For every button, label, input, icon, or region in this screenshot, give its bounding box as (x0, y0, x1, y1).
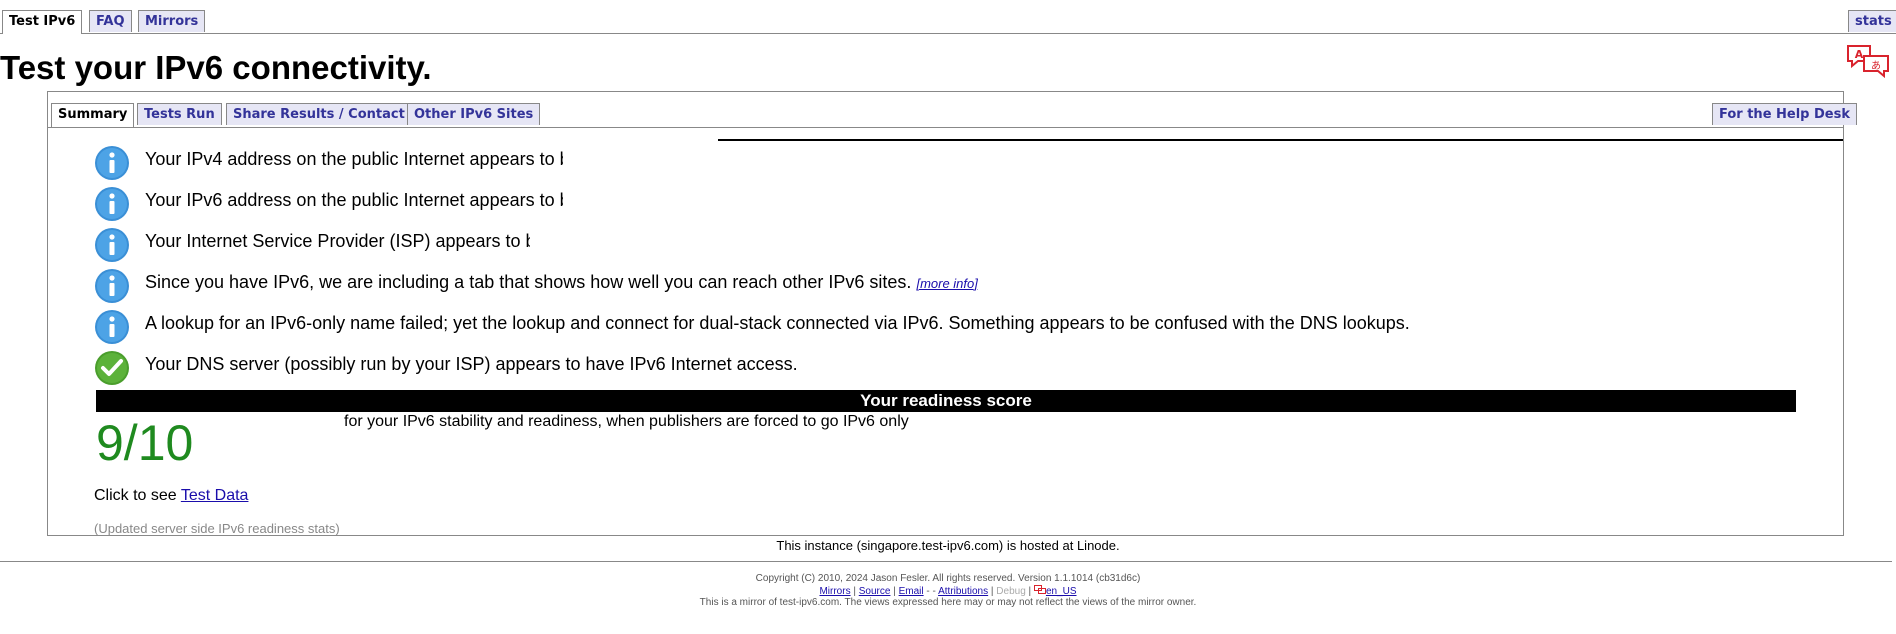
tab-summary[interactable]: Summary (51, 103, 135, 127)
updated-stats-link[interactable]: (Updated server side IPv6 readiness stat… (94, 521, 340, 536)
message-text: A lookup for an IPv6-only name failed; y… (145, 313, 1410, 333)
svg-text:あ: あ (1871, 60, 1881, 72)
footer-links: Mirrors | Source | Email - - Attribution… (819, 585, 1077, 597)
tab-mirrors[interactable]: Mirrors (138, 10, 206, 32)
info-icon (95, 187, 129, 221)
message-text: Since you have IPv6, we are including a … (145, 272, 978, 293)
click-to-see-label: Click to see (94, 487, 181, 504)
footer-divider (0, 561, 1892, 562)
footer-debug-link[interactable]: Debug (996, 586, 1025, 597)
message-isp: Your Internet Service Provider (ISP) app… (94, 227, 1794, 263)
info-icon (95, 310, 129, 344)
info-icon (95, 269, 129, 303)
tab-share-results[interactable]: Share Results / Contact (226, 103, 412, 125)
hosted-notice: This instance (singapore.test-ipv6.com) … (776, 538, 1120, 553)
tab-tests-run[interactable]: Tests Run (137, 103, 222, 125)
message-text: Your DNS server (possibly run by your IS… (145, 354, 798, 374)
divider-line (718, 139, 1843, 141)
message-dns-lookup: A lookup for an IPv6-only name failed; y… (94, 309, 1794, 345)
translate-small-icon (1033, 585, 1046, 594)
check-icon (95, 351, 129, 385)
readiness-score-description: for your IPv6 stability and readiness, w… (344, 413, 909, 430)
summary-panel: Summary Tests Run Share Results / Contac… (47, 91, 1858, 536)
message-dns-server: Your DNS server (possibly run by your IS… (94, 350, 1794, 386)
test-data-link[interactable]: Test Data (181, 487, 249, 504)
footer-source-link[interactable]: Source (859, 586, 891, 597)
footer-attributions-link[interactable]: Attributions (938, 586, 988, 597)
mirror-note: This is a mirror of test-ipv6.com. The v… (699, 597, 1197, 608)
message-ipv6-tab: Since you have IPv6, we are including a … (94, 268, 1794, 304)
message-text: Your IPv6 address on the public Internet… (145, 190, 563, 210)
message-text: Your IPv4 address on the public Internet… (145, 149, 563, 169)
sub-tab-bar: Summary Tests Run Share Results / Contac… (48, 92, 1858, 128)
message-ipv4: Your IPv4 address on the public Internet… (94, 145, 1794, 181)
footer-locale-link[interactable]: en_US (1046, 586, 1077, 597)
tab-stats[interactable]: stats (1848, 10, 1896, 32)
message-body: Since you have IPv6, we are including a … (145, 272, 912, 292)
footer-mirrors-link[interactable]: Mirrors (819, 586, 850, 597)
translate-icon[interactable]: A あ (1846, 44, 1890, 78)
readiness-score-value: 9/10 (96, 415, 194, 471)
tab-test-ipv6[interactable]: Test IPv6 (2, 10, 83, 34)
more-info-link[interactable]: [more info] (916, 276, 977, 291)
readiness-score-header: Your readiness score (96, 390, 1796, 412)
info-icon (95, 228, 129, 262)
copyright-text: Copyright (C) 2010, 2024 Jason Fesler. A… (755, 573, 1141, 584)
tab-other-ipv6-sites[interactable]: Other IPv6 Sites (407, 103, 541, 125)
page-title: Test your IPv6 connectivity. (0, 49, 432, 86)
message-text: Your Internet Service Provider (ISP) app… (145, 231, 530, 251)
tab-help-desk[interactable]: For the Help Desk (1712, 103, 1858, 125)
footer-email-link[interactable]: Email (899, 586, 924, 597)
svg-text:A: A (1855, 48, 1864, 61)
message-ipv6: Your IPv6 address on the public Internet… (94, 186, 1794, 222)
top-tab-bar: Test IPv6 FAQ Mirrors stats (0, 0, 1896, 34)
test-data-line: Click to see Test Data (94, 487, 248, 505)
info-icon (95, 146, 129, 180)
tab-faq[interactable]: FAQ (89, 10, 132, 32)
